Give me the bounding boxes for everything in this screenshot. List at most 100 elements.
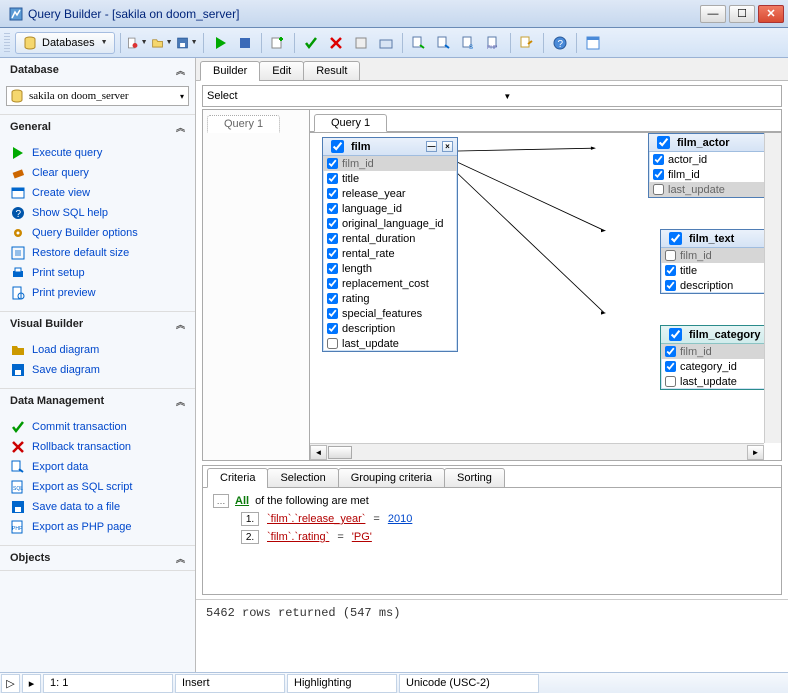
tab-sorting[interactable]: Sorting: [444, 468, 505, 488]
entity-min-icon[interactable]: —: [426, 141, 437, 152]
entity-film-col-title[interactable]: title: [323, 171, 457, 186]
entity-film_category[interactable]: film_category—×film_idcategory_idlast_up…: [660, 325, 781, 390]
sidebar-general-0[interactable]: Execute query: [6, 143, 189, 163]
column-checkbox[interactable]: [327, 158, 338, 169]
maximize-button[interactable]: ☐: [729, 5, 755, 23]
statement-type-select[interactable]: Select ▼: [202, 85, 782, 107]
column-checkbox[interactable]: [653, 169, 664, 180]
query-tab-right[interactable]: Query 1: [314, 114, 387, 132]
column-checkbox[interactable]: [327, 248, 338, 259]
entity-checkbox[interactable]: [669, 232, 682, 245]
help-button[interactable]: ?: [549, 32, 571, 54]
entity-film-col-rating[interactable]: rating: [323, 291, 457, 306]
toolbar-grip[interactable]: [4, 33, 10, 53]
column-checkbox[interactable]: [665, 376, 676, 387]
tool1-button[interactable]: [350, 32, 372, 54]
nav-prev-button[interactable]: ▸: [22, 674, 41, 693]
section-header-general[interactable]: General︽: [0, 115, 195, 139]
close-button[interactable]: ✕: [758, 5, 784, 23]
entity-checkbox[interactable]: [669, 328, 682, 341]
sidebar-datamgmt-5[interactable]: PHPExport as PHP page: [6, 517, 189, 537]
section-header-datamgmt[interactable]: Data Management︽: [0, 389, 195, 413]
entity-film_category-col-film_id[interactable]: film_id: [661, 344, 781, 359]
entity-film_actor-col-last_update[interactable]: last_update: [649, 182, 781, 197]
criteria-value[interactable]: 'PG': [352, 531, 372, 543]
tab-grouping[interactable]: Grouping criteria: [338, 468, 445, 488]
open-button[interactable]: ▼: [151, 32, 173, 54]
add-condition-button[interactable]: …: [213, 494, 229, 508]
sidebar-visual-1[interactable]: Save diagram: [6, 360, 189, 380]
tab-result[interactable]: Result: [303, 61, 360, 81]
tool2-button[interactable]: [375, 32, 397, 54]
sidebar-datamgmt-2[interactable]: Export data: [6, 457, 189, 477]
column-checkbox[interactable]: [327, 338, 338, 349]
entity-film_text-col-title[interactable]: title: [661, 263, 781, 278]
entity-header[interactable]: film_category—×: [661, 326, 781, 344]
commit-button[interactable]: [300, 32, 322, 54]
horizontal-scrollbar[interactable]: ◄►: [310, 443, 764, 460]
stop-button[interactable]: [234, 32, 256, 54]
sidebar-datamgmt-3[interactable]: SQLExport as SQL script: [6, 477, 189, 497]
column-checkbox[interactable]: [327, 323, 338, 334]
column-checkbox[interactable]: [665, 280, 676, 291]
entity-film-col-language_id[interactable]: language_id: [323, 201, 457, 216]
column-checkbox[interactable]: [327, 308, 338, 319]
nav-first-button[interactable]: ▷: [1, 674, 20, 693]
entity-film-col-length[interactable]: length: [323, 261, 457, 276]
column-checkbox[interactable]: [327, 278, 338, 289]
vertical-scrollbar[interactable]: [764, 133, 781, 443]
entity-film-col-original_language_id[interactable]: original_language_id: [323, 216, 457, 231]
sidebar-general-3[interactable]: ?Show SQL help: [6, 203, 189, 223]
column-checkbox[interactable]: [327, 263, 338, 274]
export3-button[interactable]: S: [458, 32, 480, 54]
entity-header[interactable]: film—×: [323, 138, 457, 156]
criteria-op[interactable]: =: [337, 531, 343, 543]
entity-film-col-rental_rate[interactable]: rental_rate: [323, 246, 457, 261]
minimize-button[interactable]: —: [700, 5, 726, 23]
export2-button[interactable]: [433, 32, 455, 54]
criteria-field[interactable]: `film`.`release_year`: [267, 513, 365, 525]
entity-film-col-special_features[interactable]: special_features: [323, 306, 457, 321]
database-select[interactable]: sakila on doom_server: [6, 86, 189, 106]
entity-header[interactable]: film_text—×: [661, 230, 781, 248]
section-header-objects[interactable]: Objects︽: [0, 546, 195, 570]
add-table-button[interactable]: [267, 32, 289, 54]
entity-close-icon[interactable]: ×: [442, 141, 453, 152]
column-checkbox[interactable]: [327, 233, 338, 244]
column-checkbox[interactable]: [653, 184, 664, 195]
column-checkbox[interactable]: [665, 361, 676, 372]
entity-film_actor-col-actor_id[interactable]: actor_id: [649, 152, 781, 167]
window-button[interactable]: [582, 32, 604, 54]
sidebar-datamgmt-0[interactable]: Commit transaction: [6, 417, 189, 437]
tab-edit[interactable]: Edit: [259, 61, 304, 81]
criteria-line[interactable]: 1.`film`.`release_year`=2010: [241, 512, 771, 526]
entity-film_category-col-last_update[interactable]: last_update: [661, 374, 781, 389]
entity-checkbox[interactable]: [331, 140, 344, 153]
entity-film-col-description[interactable]: description: [323, 321, 457, 336]
column-checkbox[interactable]: [327, 173, 338, 184]
export-php-button[interactable]: PHP: [483, 32, 505, 54]
column-checkbox[interactable]: [653, 154, 664, 165]
databases-dropdown[interactable]: Databases ▼: [15, 32, 115, 54]
rollback-button[interactable]: [325, 32, 347, 54]
tab-builder[interactable]: Builder: [200, 61, 260, 81]
export1-button[interactable]: [408, 32, 430, 54]
save-button[interactable]: ▼: [176, 32, 198, 54]
tab-selection[interactable]: Selection: [267, 468, 338, 488]
sidebar-general-1[interactable]: Clear query: [6, 163, 189, 183]
sidebar-general-4[interactable]: Query Builder options: [6, 223, 189, 243]
column-checkbox[interactable]: [327, 293, 338, 304]
sidebar-datamgmt-4[interactable]: Save data to a file: [6, 497, 189, 517]
entity-film[interactable]: film—×film_idtitlerelease_yearlanguage_i…: [322, 137, 458, 352]
entity-film_actor-col-film_id[interactable]: film_id: [649, 167, 781, 182]
column-checkbox[interactable]: [665, 265, 676, 276]
entity-film_text[interactable]: film_text—×film_idtitledescription: [660, 229, 781, 294]
import-button[interactable]: [516, 32, 538, 54]
entity-checkbox[interactable]: [657, 136, 670, 149]
column-checkbox[interactable]: [327, 203, 338, 214]
criteria-line[interactable]: 2.`film`.`rating`='PG': [241, 530, 771, 544]
entity-film-col-last_update[interactable]: last_update: [323, 336, 457, 351]
column-checkbox[interactable]: [327, 188, 338, 199]
sidebar-visual-0[interactable]: Load diagram: [6, 340, 189, 360]
sidebar-general-7[interactable]: Print preview: [6, 283, 189, 303]
